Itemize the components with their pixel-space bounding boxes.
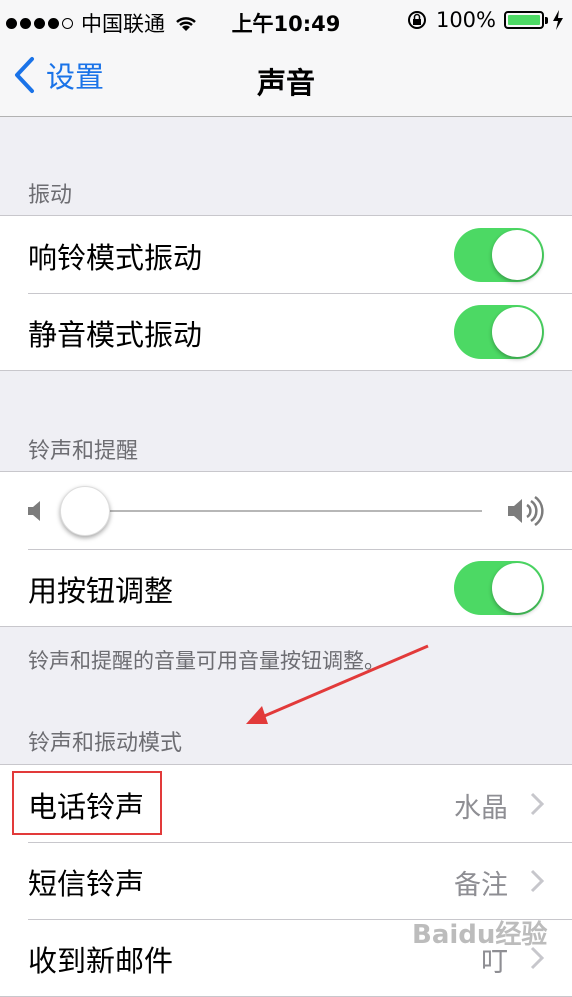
ringer-footer-note: 铃声和提醒的音量可用音量按钮调整。 xyxy=(28,649,385,673)
annotation-highlight-box xyxy=(12,771,162,835)
battery-percent: 100% xyxy=(435,8,496,32)
text-tone-value: 备注 xyxy=(454,870,508,901)
ringer-group: 用按钮调整 xyxy=(0,471,572,627)
ringtone-value: 水晶 xyxy=(454,793,508,824)
section-header-vibrate: 振动 xyxy=(28,183,73,208)
vibrate-on-silent-label: 静音模式振动 xyxy=(28,318,203,352)
volume-low-icon xyxy=(28,501,40,521)
battery-icon xyxy=(504,11,548,29)
status-bar: 中国联通 上午10:49 100% xyxy=(0,0,572,40)
vibrate-on-ring-row: 响铃模式振动 xyxy=(0,216,572,293)
new-mail-label: 收到新邮件 xyxy=(28,944,174,978)
ringer-volume-slider[interactable] xyxy=(59,486,482,536)
ringer-volume-thumb[interactable] xyxy=(59,486,110,536)
vibrate-group: 响铃模式振动 静音模式振动 xyxy=(0,215,572,371)
vibrate-on-ring-toggle[interactable] xyxy=(454,228,544,282)
vibrate-on-ring-label: 响铃模式振动 xyxy=(28,241,203,275)
page-title: 声音 xyxy=(256,66,315,100)
change-with-buttons-row: 用按钮调整 xyxy=(0,549,572,626)
text-tone-row[interactable]: 短信铃声 备注 xyxy=(0,842,572,919)
ringer-volume-row xyxy=(0,472,572,549)
chevron-right-icon xyxy=(530,792,544,816)
vibrate-on-silent-row: 静音模式振动 xyxy=(0,293,572,370)
navigation-bar: 设置 声音 xyxy=(0,40,572,117)
change-with-buttons-toggle[interactable] xyxy=(454,561,544,615)
section-header-sounds: 铃声和振动模式 xyxy=(28,731,183,756)
chevron-right-icon xyxy=(530,869,544,893)
change-with-buttons-label: 用按钮调整 xyxy=(28,574,174,608)
section-header-ringer: 铃声和提醒 xyxy=(28,439,139,464)
rotation-lock-icon xyxy=(407,11,426,29)
volume-high-icon xyxy=(508,495,544,527)
vibrate-on-silent-toggle[interactable] xyxy=(454,305,544,359)
watermark: Baidu经验 xyxy=(412,920,548,950)
text-tone-label: 短信铃声 xyxy=(28,867,145,901)
charging-bolt-icon xyxy=(553,10,563,30)
